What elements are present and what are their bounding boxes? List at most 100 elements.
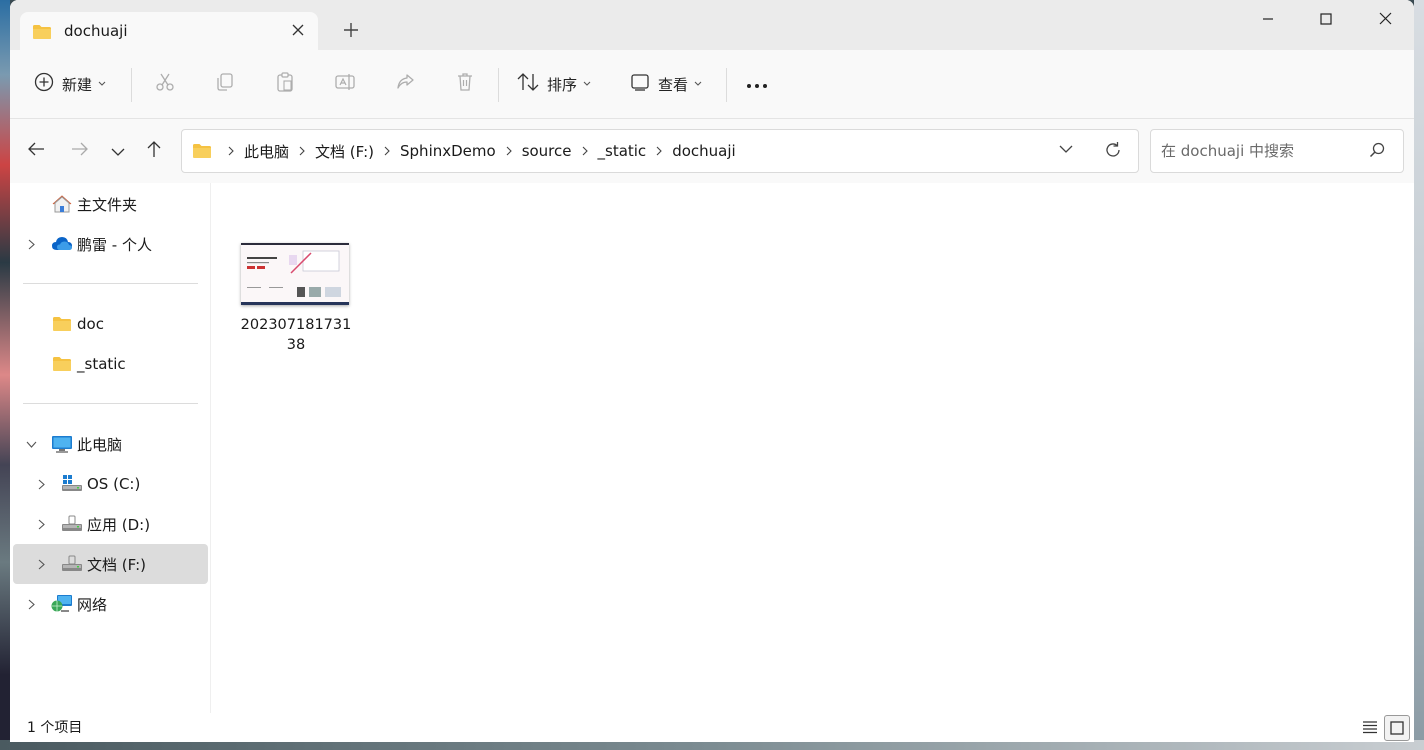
refresh-icon[interactable] [1104,141,1122,163]
cut-button[interactable] [145,64,185,104]
up-button[interactable] [140,137,168,165]
folder-icon [192,143,212,159]
chevron-right-icon[interactable] [384,146,390,156]
view-button-label: 查看 [658,75,689,94]
folder-icon [51,354,73,374]
file-item[interactable]: 20230718173138 [239,241,357,361]
toolbar-divider [726,68,727,102]
copy-icon [215,72,235,96]
sidebar-item-this-pc[interactable]: 此电脑 [10,424,208,464]
breadcrumb-dochuaji[interactable]: dochuaji [670,142,738,160]
breadcrumb-source[interactable]: source [520,142,574,160]
sidebar-item-label: 主文件夹 [77,195,138,214]
sidebar-item-label: doc [77,315,104,333]
rename-button[interactable] [325,64,365,104]
folder-icon [32,24,52,44]
delete-icon [455,72,475,96]
chevron-right-icon[interactable] [656,146,662,156]
sidebar-item-network[interactable]: 网络 [10,584,208,624]
breadcrumb: 此电脑 文档 (F:) SphinxDemo source _static do… [192,130,738,172]
cloud-icon [51,234,73,254]
new-button[interactable]: 新建 [34,64,106,104]
copy-button[interactable] [205,64,245,104]
sidebar-item-label: 此电脑 [77,435,123,454]
sidebar-item-label: 鹏雷 - 个人 [77,235,152,254]
toolbar-divider [498,68,499,102]
forward-button[interactable] [66,137,94,165]
item-count-text: 1 个项目 [27,720,83,736]
sidebar-item-drive-d[interactable]: 应用 (D:) [10,504,208,544]
sidebar-item-drive-c[interactable]: OS (C:) [10,464,208,504]
add-circle-icon [34,72,54,96]
title-bar[interactable]: dochuaji [10,0,1414,50]
sidebar-divider [23,403,198,404]
sidebar-item-doc[interactable]: doc [10,304,208,344]
sidebar-item-label: 文档 (F:) [87,555,146,574]
sidebar-item-static[interactable]: _static [10,344,208,384]
large-icons-view-icon[interactable] [1384,715,1410,741]
search-box[interactable] [1150,129,1404,173]
sort-button[interactable]: 排序 [517,64,591,104]
image-thumbnail [241,243,349,305]
address-history-chevron-down-icon[interactable] [1058,141,1074,161]
chevron-right-icon[interactable] [34,477,48,491]
tab-title: dochuaji [64,22,128,40]
view-icon [630,72,650,96]
breadcrumb-sphinxdemo[interactable]: SphinxDemo [398,142,498,160]
maximize-button[interactable] [1303,5,1349,35]
chevron-right-icon[interactable] [299,146,305,156]
computer-icon [51,434,73,454]
desktop-background-left [0,0,10,750]
recent-locations-button[interactable] [104,137,132,165]
search-icon[interactable] [1369,142,1385,162]
sidebar-item-drive-f[interactable]: 文档 (F:) [13,544,208,584]
more-options-button[interactable] [737,64,777,104]
chevron-down-icon [583,79,591,90]
drive-icon [61,514,83,534]
chevron-right-icon[interactable] [24,597,38,611]
view-button[interactable]: 查看 [630,64,702,104]
search-input[interactable] [1159,139,1363,163]
chevron-right-icon[interactable] [506,146,512,156]
status-bar: 1 个项目 [10,713,1414,742]
chevron-right-icon[interactable] [34,517,48,531]
back-button[interactable] [22,137,50,165]
chevron-right-icon[interactable] [24,237,38,251]
paste-button[interactable] [265,64,305,104]
rename-icon [335,72,355,96]
share-icon [395,72,415,96]
windows-drive-icon [61,474,83,494]
new-tab-button[interactable] [340,20,362,42]
paste-icon [275,72,295,96]
address-bar[interactable]: 此电脑 文档 (F:) SphinxDemo source _static do… [181,129,1139,173]
chevron-right-icon[interactable] [34,557,48,571]
tab-close-icon[interactable] [288,21,308,41]
share-button[interactable] [385,64,425,104]
close-window-button[interactable] [1362,5,1408,35]
navigation-bar: 此电脑 文档 (F:) SphinxDemo source _static do… [10,119,1414,183]
tab-dochuaji[interactable]: dochuaji [20,12,318,50]
network-icon [51,594,73,614]
breadcrumb-drive-f[interactable]: 文档 (F:) [313,141,376,162]
delete-button[interactable] [445,64,485,104]
minimize-button[interactable] [1245,5,1291,35]
sort-button-label: 排序 [547,75,578,94]
details-view-icon[interactable] [1358,715,1382,739]
file-explorer-window: dochuaji 新建 排序 查看 此电脑 文档 (F:) SphinxDemo… [10,0,1414,742]
drive-icon [61,554,83,574]
new-button-label: 新建 [62,75,93,94]
sort-icon [517,72,539,96]
sidebar-item-home[interactable]: 主文件夹 [10,184,208,224]
chevron-down-icon [111,142,125,160]
sidebar-item-onedrive[interactable]: 鹏雷 - 个人 [10,224,208,264]
breadcrumb-static[interactable]: _static [596,142,649,160]
chevron-right-icon[interactable] [582,146,588,156]
desktop-background-right [1414,0,1424,750]
file-list[interactable]: 20230718173138 [211,183,1414,713]
breadcrumb-this-pc[interactable]: 此电脑 [242,141,291,162]
chevron-right-icon[interactable] [228,146,234,156]
arrow-up-icon [146,140,162,162]
sidebar-divider [23,283,198,284]
arrow-left-icon [27,141,45,161]
chevron-down-icon[interactable] [24,437,38,451]
